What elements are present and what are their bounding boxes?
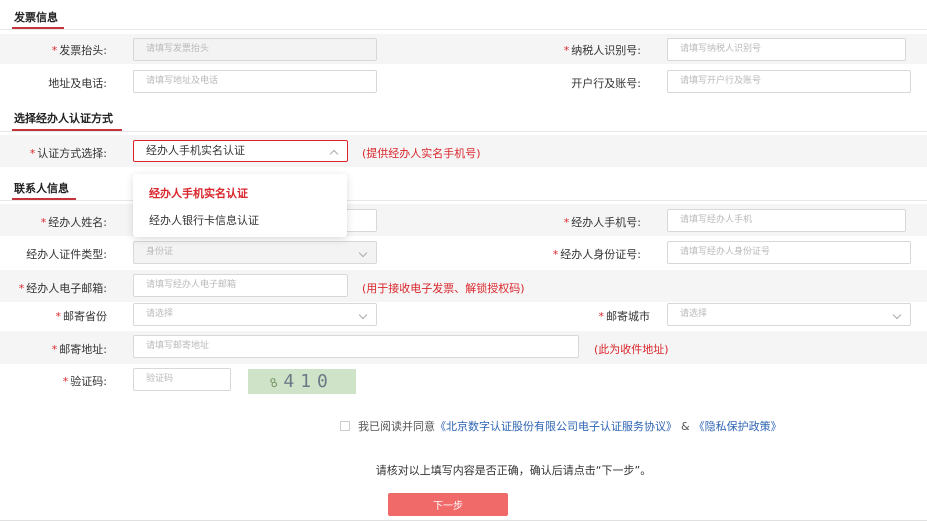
next-step-button[interactable]: 下一步 [388, 493, 508, 516]
privacy-policy-link[interactable]: 《隐私保护政策》 [694, 418, 782, 434]
agreement-checkbox[interactable] [340, 421, 350, 431]
auth-method-selected: 经办人手机实名认证 [146, 144, 245, 157]
city-select[interactable]: 请选择 [667, 303, 911, 326]
city-label: * 邮寄城市 [598, 310, 651, 323]
section-title-contact: 联系人信息 [14, 182, 69, 195]
province-select[interactable]: 请选择 [133, 303, 377, 326]
mail-address-input[interactable]: 请填写邮寄地址 [133, 335, 579, 358]
id-number-input[interactable]: 请填写经办人身份证号 [667, 241, 911, 264]
agreement-ampersand: & [681, 419, 690, 433]
captcha-input[interactable]: 验证码 [133, 368, 231, 391]
divider [0, 29, 927, 30]
id-type-value: 身份证 [146, 247, 174, 257]
email-label: * 经办人电子邮箱: [18, 282, 107, 295]
taxid-label: * 纳税人识别号: [563, 44, 641, 57]
taxid-input[interactable]: 请填写纳税人识别号 [667, 38, 906, 61]
confirm-text: 请核对以上填写内容是否正确，确认后请点击“下一步”。 [375, 464, 652, 477]
captcha-image[interactable]: 8 410 [248, 369, 356, 394]
auth-method-label: * 认证方式选择: [29, 147, 107, 160]
address-input[interactable]: 请填写地址及电话 [133, 70, 377, 93]
section-title-invoice: 发票信息 [14, 11, 58, 24]
address-label: 地址及电话: [48, 77, 107, 90]
auth-option-bankcard[interactable]: 经办人银行卡信息认证 [149, 212, 259, 228]
invoice-title-label: * 发票抬头: [51, 44, 107, 57]
agreement-prefix: 我已阅读并同意 [358, 420, 435, 433]
id-number-label: * 经办人身份证号: [552, 248, 641, 261]
email-input[interactable]: 请填写经办人电子邮箱 [133, 274, 348, 297]
captcha-text: 410 [283, 371, 334, 392]
bank-input[interactable]: 请填写开户行及账号 [667, 70, 911, 93]
divider [0, 520, 927, 521]
chevron-down-icon [892, 310, 902, 320]
service-agreement-link[interactable]: 《北京数字认证股份有限公司电子认证服务协议》 [435, 418, 677, 434]
chevron-down-icon [358, 248, 368, 258]
province-placeholder: 请选择 [146, 309, 174, 319]
email-hint: (用于接收电子发票、解锁授权码) [362, 282, 525, 295]
id-type-select[interactable]: 身份证 [133, 241, 377, 264]
auth-method-select[interactable]: 经办人手机实名认证 [133, 140, 348, 162]
chevron-down-icon [358, 310, 368, 320]
city-placeholder: 请选择 [680, 309, 708, 319]
contact-phone-label: * 经办人手机号: [563, 216, 641, 229]
chevron-up-icon [329, 149, 339, 159]
agreement-row: 我已阅读并同意 《北京数字认证股份有限公司电子认证服务协议》 & 《隐私保护政策… [340, 418, 782, 434]
bank-label: 开户行及账号: [571, 77, 641, 90]
contact-phone-input[interactable]: 请填写经办人手机 [667, 209, 906, 232]
id-type-label: 经办人证件类型: [26, 248, 107, 261]
contact-name-label: * 经办人姓名: [40, 216, 107, 229]
captcha-label: * 验证码: [62, 375, 107, 388]
invoice-title-input[interactable]: 请填写发票抬头 [133, 38, 377, 61]
auth-method-hint: (提供经办人实名手机号) [362, 147, 481, 160]
section-title-auth: 选择经办人认证方式 [14, 112, 113, 125]
province-label: * 邮寄省份 [55, 310, 108, 323]
auth-option-phone[interactable]: 经办人手机实名认证 [149, 185, 248, 201]
mail-address-hint: (此为收件地址) [594, 343, 669, 356]
divider [0, 131, 927, 132]
auth-method-dropdown: 经办人手机实名认证 经办人银行卡信息认证 [133, 174, 347, 237]
mail-address-label: * 邮寄地址: [51, 343, 107, 356]
